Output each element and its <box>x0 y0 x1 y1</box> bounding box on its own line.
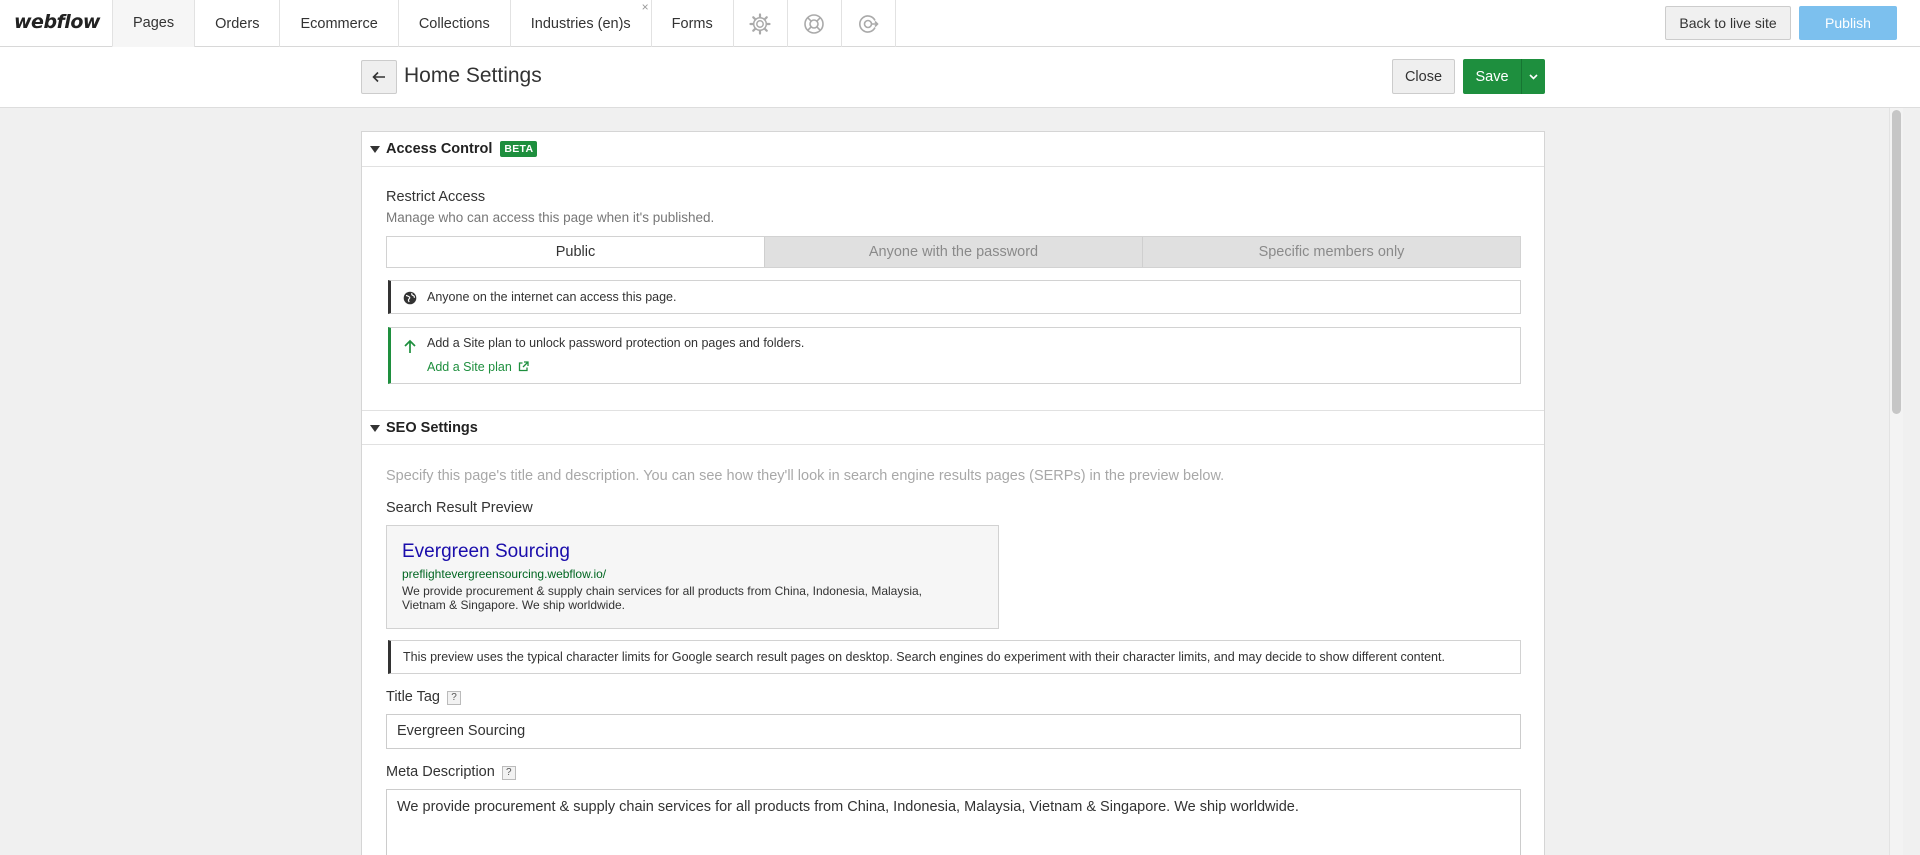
tab-label: Collections <box>418 15 490 32</box>
beta-badge: BETA <box>500 141 538 157</box>
tab-ecommerce[interactable]: Ecommerce <box>279 0 397 47</box>
tab-forms[interactable]: Forms <box>650 0 733 47</box>
collapse-triangle-icon <box>370 146 380 153</box>
save-label: Save <box>1475 68 1509 85</box>
gear-icon <box>749 12 771 35</box>
chevron-down-icon <box>1529 73 1538 80</box>
scrollbar-thumb[interactable] <box>1892 110 1901 414</box>
title-tag-input[interactable]: Evergreen Sourcing <box>386 714 1521 749</box>
tab-pages[interactable]: Pages <box>112 0 195 47</box>
search-preview-label: Search Result Preview <box>386 500 533 516</box>
nav-tabs: Pages Orders Ecommerce Collections Indus… <box>112 0 896 47</box>
tab-label: Ecommerce <box>300 15 378 32</box>
tab-label: Pages <box>133 15 175 31</box>
access-mode-selector: Public Anyone with the password Specific… <box>386 236 1521 268</box>
tab-label: Orders <box>215 15 260 32</box>
tab-help[interactable] <box>786 0 841 47</box>
access-control-header[interactable]: Access Control BETA <box>362 132 1544 167</box>
close-icon[interactable]: × <box>642 0 649 14</box>
public-access-note: Anyone on the internet can access this p… <box>388 280 1521 314</box>
access-option-members[interactable]: Specific members only <box>1142 237 1520 267</box>
title-tag-label: Title Tag? <box>386 689 461 705</box>
access-option-public[interactable]: Public <box>387 237 764 267</box>
add-site-plan-link[interactable]: Add a Site plan <box>427 360 529 374</box>
tab-label: Industries (en)s <box>530 15 631 32</box>
help-lifebuoy-icon <box>804 13 825 34</box>
meta-description-label-text: Meta Description <box>386 764 495 780</box>
tab-audit[interactable] <box>840 0 895 47</box>
webflow-logo[interactable]: webflow <box>14 11 100 33</box>
seo-intro-text: Specify this page's title and descriptio… <box>386 468 1225 484</box>
nav-divider <box>894 0 896 47</box>
tab-industries[interactable]: Industries (en)s × <box>509 0 651 47</box>
serp-description: We provide procurement & supply chain se… <box>402 584 923 612</box>
tab-label: Forms <box>671 15 713 32</box>
settings-header: Home Settings Close Save <box>0 47 1920 108</box>
section-title: Access Control <box>386 141 493 157</box>
external-link-icon <box>519 361 529 372</box>
save-options-button[interactable] <box>1521 59 1545 94</box>
collapse-triangle-icon <box>370 425 380 432</box>
tab-orders[interactable]: Orders <box>194 0 279 47</box>
serp-title: Evergreen Sourcing <box>402 541 570 562</box>
publish-button[interactable]: Publish <box>1799 6 1897 40</box>
back-button[interactable] <box>361 60 397 94</box>
public-note-text: Anyone on the internet can access this p… <box>427 290 677 304</box>
access-option-password[interactable]: Anyone with the password <box>764 237 1142 267</box>
save-button[interactable]: Save <box>1463 59 1545 94</box>
settings-panel: Access Control BETA Restrict Access Mana… <box>361 131 1545 855</box>
section-title: SEO Settings <box>386 419 478 436</box>
help-icon[interactable]: ? <box>501 766 516 780</box>
preview-note-text: This preview uses the typical character … <box>403 650 1445 664</box>
scrollbar[interactable] <box>1889 108 1903 855</box>
upgrade-note-text: Add a Site plan to unlock password prote… <box>427 336 805 350</box>
restrict-access-label: Restrict Access <box>386 189 486 205</box>
meta-description-textarea[interactable]: We provide procurement & supply chain se… <box>386 789 1521 855</box>
close-button[interactable]: Close <box>1392 59 1455 94</box>
title-tag-label-text: Title Tag <box>386 689 440 705</box>
top-nav-bar: webflow Pages Orders Ecommerce Collectio… <box>0 0 1920 47</box>
tab-settings[interactable] <box>732 0 787 47</box>
serp-url: preflightevergreensourcing.webflow.io/ <box>402 567 607 581</box>
audit-icon <box>859 14 879 33</box>
preview-info-note: This preview uses the typical character … <box>388 640 1521 674</box>
upgrade-plan-note: Add a Site plan to unlock password prote… <box>388 327 1521 384</box>
arrow-left-icon <box>372 71 385 83</box>
tab-collections[interactable]: Collections <box>397 0 510 47</box>
meta-description-label: Meta Description? <box>386 764 516 780</box>
arrow-up-icon <box>404 339 416 353</box>
restrict-access-help: Manage who can access this page when it'… <box>386 210 715 225</box>
seo-settings-header[interactable]: SEO Settings <box>362 410 1544 445</box>
globe-icon <box>403 291 417 305</box>
search-result-preview: Evergreen Sourcing preflightevergreensou… <box>386 525 999 629</box>
help-icon[interactable]: ? <box>447 691 461 705</box>
page-title: Home Settings <box>404 64 542 87</box>
back-to-live-site-button[interactable]: Back to live site <box>1665 6 1791 40</box>
add-site-plan-label: Add a Site plan <box>427 360 512 374</box>
